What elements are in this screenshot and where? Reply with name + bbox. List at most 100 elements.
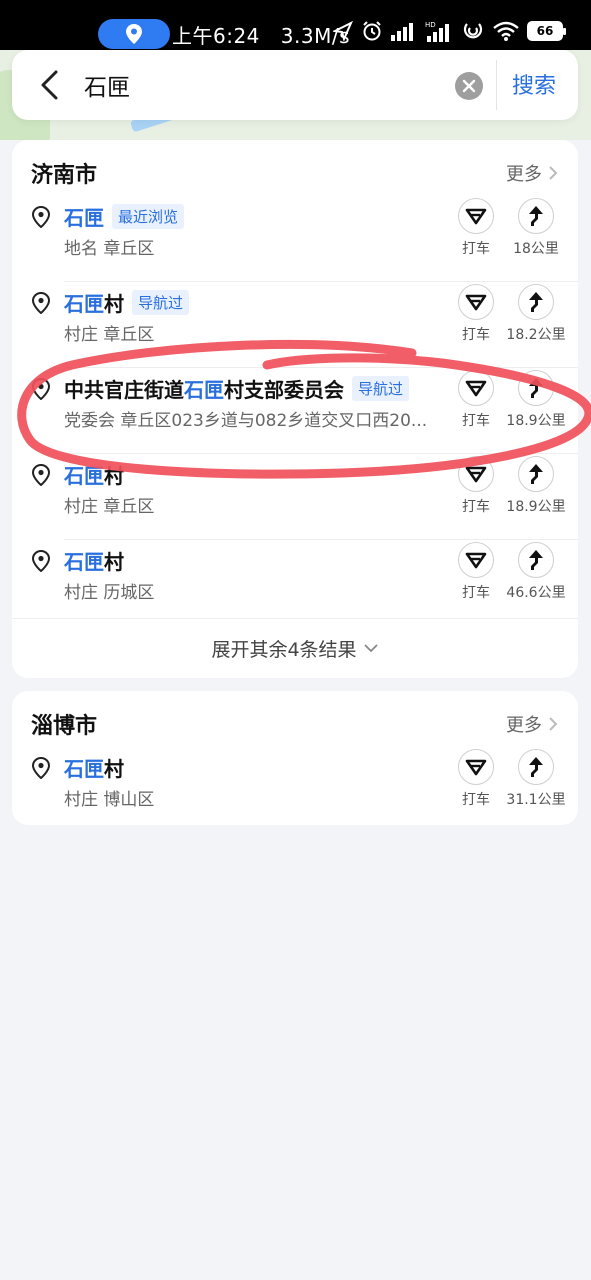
navigated-tag: 导航过 [132,290,190,315]
search-bar: 搜索 [12,50,578,120]
taxi-label: 打车 [462,499,490,515]
clear-search-button[interactable] [455,72,483,100]
taxi-icon [465,552,487,569]
title-suffix: 村 [104,550,124,574]
item-title: 石匣村 [64,546,124,575]
title-suffix: 村支部委员会 [224,378,344,402]
location-pill[interactable] [98,19,170,49]
location-pin-icon [32,550,50,572]
route-arrow-icon [529,292,543,312]
route-arrow-icon [529,206,543,226]
taxi-label: 打车 [462,585,490,601]
taxi-label: 打车 [462,413,490,429]
title-highlight: 石匣 [64,550,104,574]
taxi-button[interactable]: 打车 [446,198,506,258]
clear-icon [462,79,476,93]
taxi-button[interactable]: 打车 [446,370,506,430]
expand-results-button[interactable]: 展开其余4条结果 [12,618,578,678]
title-suffix: 村 [104,292,124,316]
taxi-button[interactable]: 打车 [446,456,506,516]
results-card-jinan: 济南市 更多 石匣 最近浏览 地名 章丘区 打车 18公里 石匣村 导航过 村庄… [12,140,578,678]
distance-label: 31.1公里 [506,792,566,808]
item-title: 石匣村 [64,753,124,782]
title-prefix: 中共官庄街道 [64,378,184,402]
battery-level: 66 [536,24,554,38]
navigated-tag: 导航过 [352,376,410,401]
chevron-down-icon [363,644,378,653]
chevron-right-icon [549,717,558,731]
city-title: 济南市 [31,163,98,188]
signal-icon [391,23,413,41]
location-pin-icon [32,292,50,314]
location-pin-icon [32,378,50,400]
distance-label: 18.2公里 [506,327,566,343]
item-subtitle: 地名 章丘区 [64,239,155,259]
more-button[interactable]: 更多 [506,711,558,737]
list-item[interactable]: 石匣村 村庄 博山区 打车 31.1公里 [12,747,578,823]
title-highlight: 石匣 [64,757,104,781]
navigate-button[interactable]: 31.1公里 [506,749,566,809]
item-subtitle: 村庄 章丘区 [64,497,155,517]
hotspot-icon [463,23,483,39]
recent-tag: 最近浏览 [112,204,185,229]
navigate-button[interactable]: 18.2公里 [506,284,566,344]
taxi-label: 打车 [462,792,490,808]
search-divider [496,60,497,110]
route-arrow-icon [529,757,543,777]
taxi-icon [465,759,487,776]
title-suffix: 村 [104,464,124,488]
status-text: 上午6:24 3.3M/s [172,20,350,49]
item-subtitle: 村庄 博山区 [64,790,155,810]
taxi-button[interactable]: 打车 [446,749,506,809]
hd-signal-icon: HD [425,21,449,42]
list-item[interactable]: 石匣村 村庄 历城区 打车 46.6公里 [12,540,578,626]
title-highlight: 石匣 [64,206,104,230]
more-label: 更多 [506,164,542,185]
navigate-button[interactable]: 46.6公里 [506,542,566,602]
list-item[interactable]: 石匣 最近浏览 地名 章丘区 打车 18公里 [12,196,578,282]
taxi-label: 打车 [462,327,490,343]
route-arrow-icon [529,550,543,570]
title-suffix: 村 [104,757,124,781]
search-input[interactable] [84,66,444,104]
list-item[interactable]: 石匣村 村庄 章丘区 打车 18.9公里 [12,454,578,540]
location-pin-icon [32,206,50,228]
list-item[interactable]: 石匣村 导航过 村庄 章丘区 打车 18.2公里 [12,282,578,368]
taxi-button[interactable]: 打车 [446,542,506,602]
navigate-button[interactable]: 18公里 [506,198,566,258]
taxi-icon [465,380,487,397]
item-subtitle: 党委会 章丘区023乡道与082乡道交叉口西20... [64,411,428,431]
taxi-label: 打车 [462,241,490,257]
search-button[interactable]: 搜索 [512,68,556,100]
list-item[interactable]: 中共官庄街道 石匣 村支部委员会 导航过 党委会 章丘区023乡道与082乡道交叉口… [12,368,578,454]
city-title: 淄博市 [31,714,98,739]
alarm-icon [363,21,381,41]
more-button[interactable]: 更多 [506,160,558,186]
taxi-icon [465,294,487,311]
back-button[interactable] [34,68,68,102]
taxi-button[interactable]: 打车 [446,284,506,344]
title-highlight: 石匣 [64,464,104,488]
distance-label: 18公里 [513,241,559,257]
expand-label: 展开其余4条结果 [211,638,357,661]
back-icon [41,70,58,100]
location-pin-icon [32,464,50,486]
item-title: 中共官庄街道 石匣 村支部委员会 导航过 [64,374,410,403]
title-highlight: 石匣 [184,378,224,402]
battery-icon: 66 [527,21,566,41]
taxi-icon [465,208,487,225]
svg-text:HD: HD [425,21,436,29]
item-title: 石匣 最近浏览 [64,202,185,231]
chevron-right-icon [549,166,558,180]
item-subtitle: 村庄 历城区 [64,583,155,603]
send-icon [333,21,353,41]
distance-label: 18.9公里 [506,499,566,515]
item-subtitle: 村庄 章丘区 [64,325,155,345]
location-pin-icon [32,757,50,779]
distance-label: 18.9公里 [506,413,566,429]
item-title: 石匣村 [64,460,124,489]
distance-label: 46.6公里 [506,585,566,601]
navigate-button[interactable]: 18.9公里 [506,456,566,516]
taxi-icon [465,466,487,483]
navigate-button[interactable]: 18.9公里 [506,370,566,430]
